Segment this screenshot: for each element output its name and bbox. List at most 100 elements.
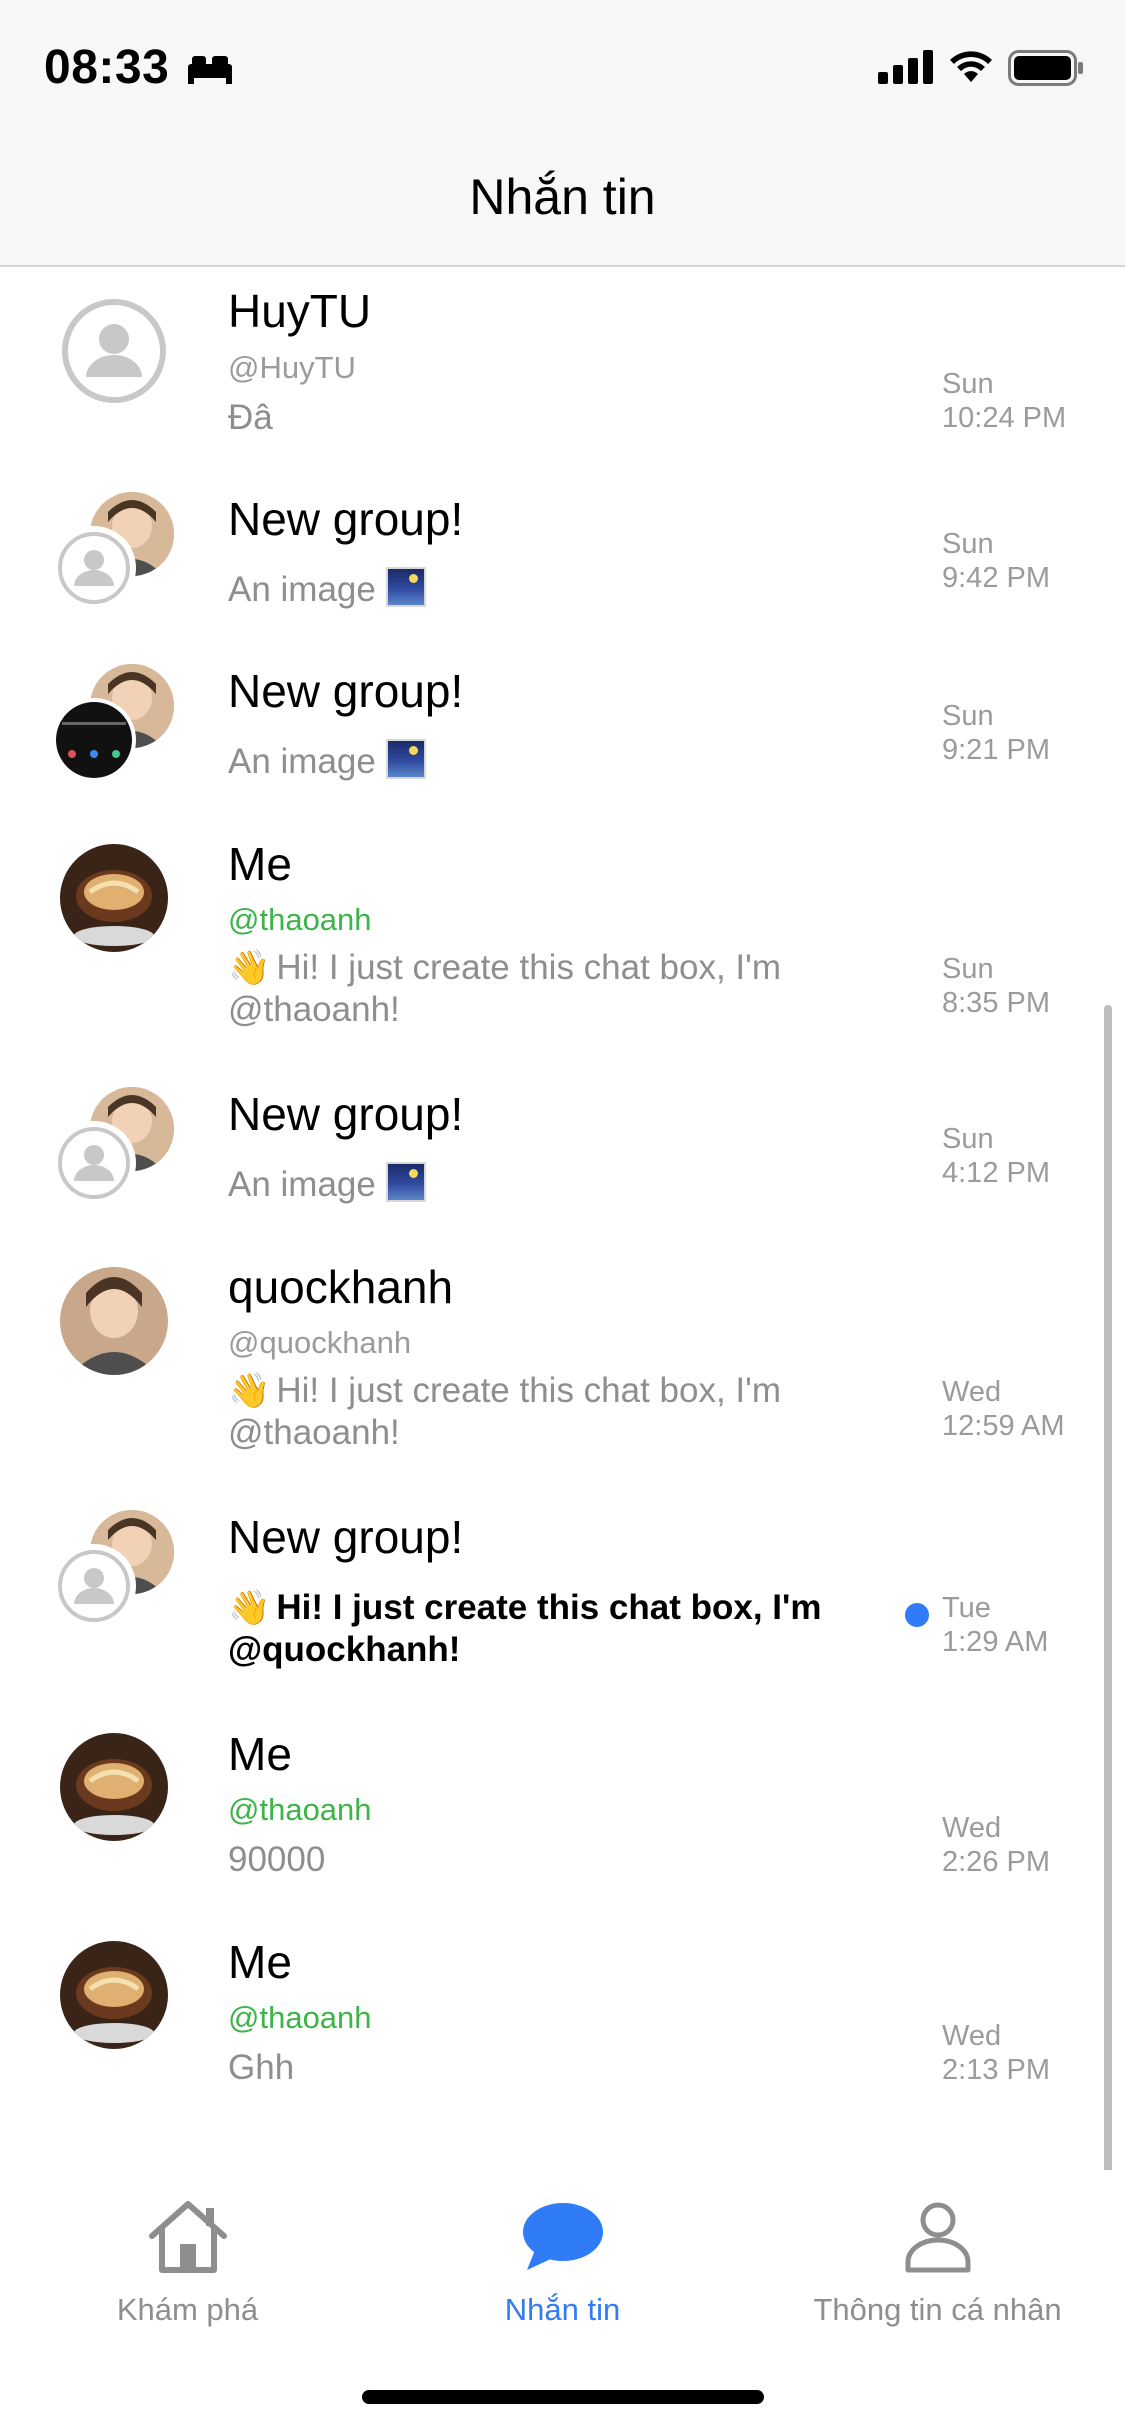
avatar [52,698,136,782]
group-avatar [52,1510,180,1638]
food-photo-icon [60,1941,168,2049]
preview-text: Hi! I just create this chat box, I'm @qu… [228,1588,822,1669]
avatar [60,1267,168,1375]
conversation-timestamp: Sun 9:21 PM [942,699,1050,767]
cellular-signal-icon [878,50,933,84]
home-indicator[interactable] [362,2390,764,2404]
conversation-row[interactable]: HuyTU @HuyTU Đâ Sun 10:24 PM [0,267,1125,467]
conversation-handle: @thaoanh [228,902,372,937]
waving-hand-icon: 👋 [228,1589,271,1627]
timestamp-day: Tue [942,1592,991,1624]
timestamp-day: Sun [942,368,994,400]
conversation-row[interactable]: New group! An image Sun 4:12 PM [0,1082,1125,1242]
preview-text: Hi! I just create this chat box, I'm @th… [228,948,781,1029]
timestamp-time: 9:42 PM [942,562,1050,594]
conversation-timestamp: Tue 1:29 AM [942,1591,1048,1659]
conversation-preview: An image [228,739,868,783]
status-bar: 08:33 [0,0,1125,130]
battery-icon [1008,50,1083,86]
conversation-row[interactable]: New group! An image Sun 9:42 PM [0,487,1125,647]
avatar [52,1121,136,1205]
night-image-icon [385,739,426,779]
food-photo-icon [60,844,168,952]
preview-text: Hi! I just create this chat box, I'm @th… [228,1371,781,1452]
conversation-timestamp: Wed 2:13 PM [942,2019,1050,2087]
group-avatar [52,492,180,620]
avatar [60,1733,168,1841]
conversation-timestamp: Wed 2:26 PM [942,1811,1050,1879]
conversation-preview: 90000 [228,1840,326,1879]
conversation-timestamp: Wed 12:59 AM [942,1375,1065,1443]
conversation-timestamp: Sun 9:42 PM [942,527,1050,595]
timestamp-day: Sun [942,700,994,732]
tab-messages[interactable]: Nhắn tin [375,2170,750,2370]
conversation-name: HuyTU [228,285,372,337]
group-avatar [52,1087,180,1215]
conversation-preview: 👋 Hi! I just create this chat box, I'm @t… [228,1370,868,1454]
conversation-handle: @quockhanh [228,1325,412,1360]
conversation-preview: 👋 Hi! I just create this chat box, I'm @q… [228,1587,868,1671]
conversation-row[interactable]: Me @thaoanh 90000 Wed 2:26 PM [0,1719,1125,1909]
timestamp-day: Wed [942,1376,1002,1408]
conversation-preview: An image [228,1162,868,1206]
child-photo-icon [60,1267,168,1375]
status-time: 08:33 [44,41,170,94]
timestamp-time: 8:35 PM [942,987,1050,1019]
wifi-icon [950,51,992,82]
conversation-name: Me [228,1936,292,1988]
timestamp-day: Wed [942,2020,1002,2052]
conversation-row[interactable]: quockhanh @quockhanh 👋 Hi! I just create … [0,1255,1125,1470]
conversation-timestamp: Sun 4:12 PM [942,1122,1050,1190]
avatar [52,526,136,610]
waving-hand-icon: 👋 [228,949,271,987]
timestamp-time: 10:24 PM [942,402,1067,434]
conversation-name: New group! [228,1511,464,1563]
person-icon [905,2202,970,2273]
conversation-row[interactable]: Me @thaoanh Ghh Wed 2:13 PM [0,1927,1125,2117]
timestamp-time: 9:21 PM [942,734,1050,766]
bed-icon [188,56,232,84]
conversation-timestamp: Sun 10:24 PM [942,367,1066,435]
timestamp-day: Wed [942,1812,1002,1844]
avatar [60,844,168,952]
timestamp-time: 1:29 AM [942,1626,1049,1658]
default-user-icon [58,1550,130,1622]
conversation-name: Me [228,1728,292,1780]
navigation-bar: Nhắn tin [0,130,1125,267]
unread-indicator [905,1603,929,1627]
tab-label: Khám phá [116,2292,259,2327]
conversation-handle: @thaoanh [228,2000,372,2035]
preview-text: An image [228,742,376,781]
conversation-name: quockhanh [228,1261,454,1313]
chat-bubble-icon [522,2203,603,2270]
timestamp-time: 4:12 PM [942,1157,1050,1189]
conversation-preview: Đâ [228,398,273,437]
conversation-name: New group! [228,493,464,545]
conversation-preview: Ghh [228,2048,295,2087]
waving-hand-icon: 👋 [228,1372,271,1410]
tab-explore[interactable]: Khám phá [0,2170,375,2370]
group-avatar [52,664,180,792]
timestamp-day: Sun [942,953,994,985]
scrollbar[interactable] [1104,1005,1112,2180]
conversation-row[interactable]: Me @thaoanh 👋 Hi! I just create this chat… [0,832,1125,1047]
timestamp-time: 2:13 PM [942,2054,1050,2086]
conversation-name: New group! [228,665,464,717]
preview-text: An image [228,1165,376,1204]
conversation-timestamp: Sun 8:35 PM [942,952,1050,1020]
conversation-row[interactable]: New group! 👋 Hi! I just create this chat … [0,1505,1125,1705]
tab-profile[interactable]: Thông tin cá nhân [750,2170,1125,2370]
page-title: Nhắn tin [469,169,656,225]
conversation-handle: @thaoanh [228,1792,372,1827]
conversation-preview: 👋 Hi! I just create this chat box, I'm @t… [228,947,868,1031]
conversation-preview: An image [228,567,868,611]
preview-text: An image [228,570,376,609]
night-image-icon [385,1162,426,1202]
timestamp-time: 2:26 PM [942,1846,1050,1878]
timestamp-time: 12:59 AM [942,1410,1065,1442]
conversation-handle: @HuyTU [228,350,356,385]
avatar [52,1544,136,1628]
conversation-row[interactable]: New group! An image Sun 9:21 PM [0,659,1125,819]
conversation-name: Me [228,838,292,890]
default-user-icon [58,1127,130,1199]
